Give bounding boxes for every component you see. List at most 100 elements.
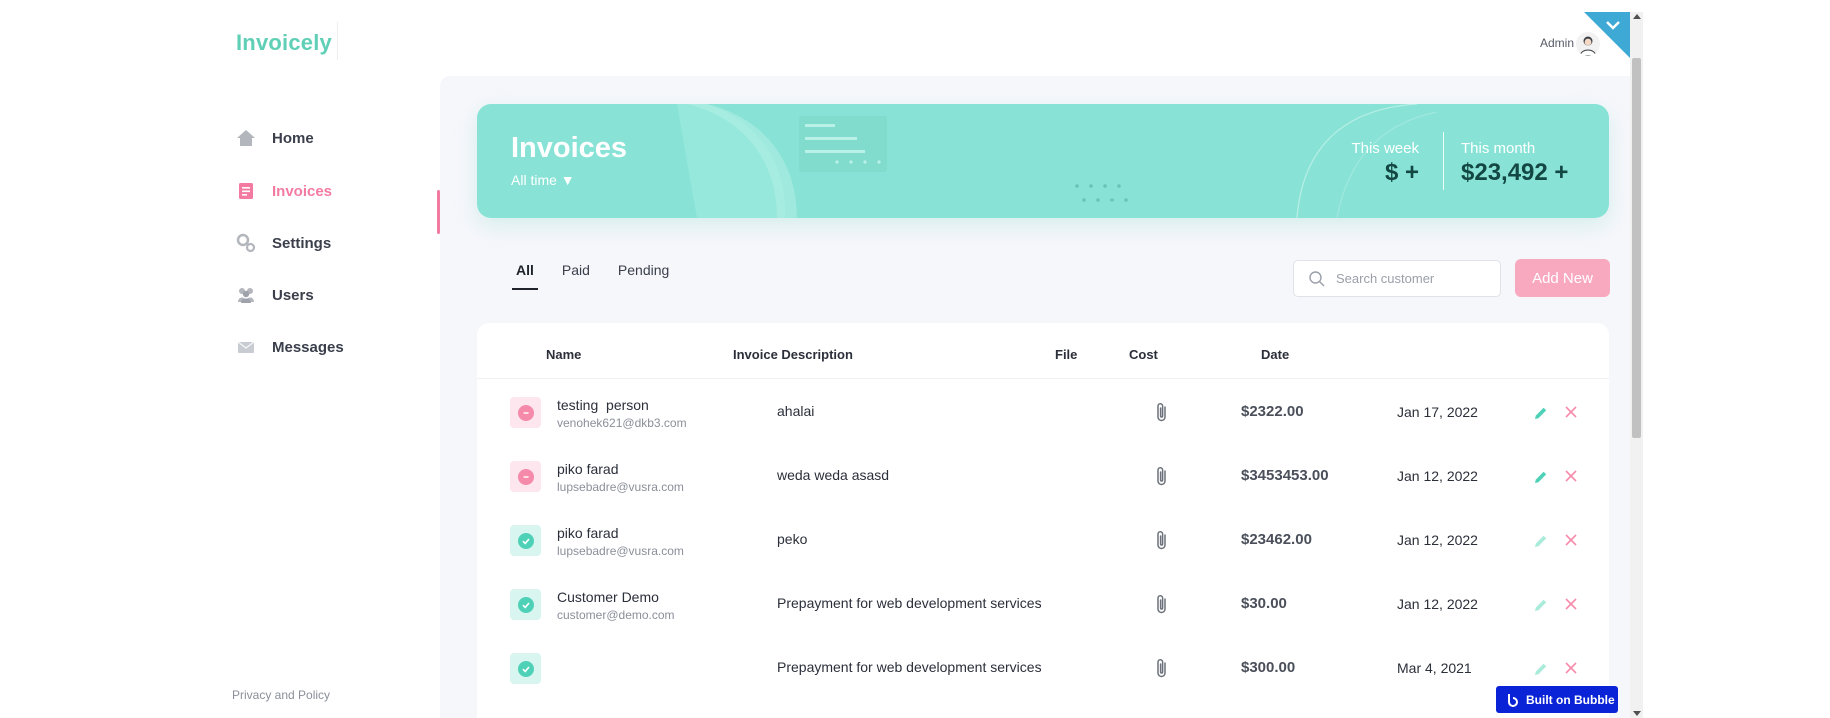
invoice-date: Mar 4, 2021 [1397,660,1472,676]
column-header-date[interactable]: Date [1261,347,1289,362]
status-checkbox[interactable] [510,525,541,556]
invoice-cost: $300.00 [1241,659,1296,676]
pencil-icon[interactable] [1533,533,1549,549]
scroll-up-icon[interactable] [1633,14,1641,19]
customer-email: venohek621@dkb3.com [557,416,687,430]
scrollbar-thumb[interactable] [1632,58,1641,438]
users-icon [236,285,256,305]
column-header-file[interactable]: File [1055,347,1077,362]
paperclip-icon[interactable] [1153,465,1171,487]
close-icon[interactable] [1564,661,1578,675]
app-window: Invoicely Admin Home Invoices Settings U… [196,12,1652,718]
table-row[interactable]: piko farad lupsebadre@vusra.com peko $23462… [477,507,1609,571]
close-icon[interactable] [1564,469,1578,483]
pending-icon [517,404,534,421]
sidebar: Home Invoices Settings Users Messages Pr… [196,76,440,718]
customer-email: customer@demo.com [557,608,675,622]
sidebar-item-invoices[interactable]: Invoices [236,176,332,206]
period-dropdown[interactable]: All time ▼ [511,172,575,188]
invoice-description: weda weda asasd [777,467,890,483]
table-row[interactable]: piko farad lupsebadre@vusra.com weda weda … [477,443,1609,507]
mail-icon [236,337,256,357]
privacy-link[interactable]: Privacy and Policy [232,688,330,702]
sidebar-item-label: Invoices [272,182,333,200]
pencil-icon[interactable] [1533,661,1549,677]
sidebar-item-users[interactable]: Users [236,280,314,310]
invoice-description: ahalai [777,403,815,419]
pencil-icon[interactable] [1533,405,1549,421]
customer-name: testing person [557,397,649,413]
paperclip-icon[interactable] [1153,529,1171,551]
column-header-description[interactable]: Invoice Description [733,347,853,362]
invoice-cost: $23462.00 [1241,531,1312,548]
stat-label: This week [1351,140,1419,157]
search-box [1293,260,1501,297]
paperclip-icon[interactable] [1153,593,1171,615]
sidebar-item-label: Messages [272,338,344,356]
invoice-date: Jan 12, 2022 [1397,468,1478,484]
table-row[interactable]: Customer Demo customer@demo.com Prepayment… [477,571,1609,635]
invoice-date: Jan 12, 2022 [1397,532,1478,548]
customer-email: lupsebadre@vusra.com [557,480,684,494]
invoice-cost: $3453453.00 [1241,467,1329,484]
stat-this-week: This week $ + [1351,140,1419,187]
status-checkbox[interactable] [510,397,541,428]
tab-paid[interactable]: Paid [558,262,594,290]
customer-name: piko farad [557,525,619,541]
stat-this-month: This month $23,492 + [1461,140,1581,187]
table-row[interactable]: Prepayment for web development services $… [477,635,1609,699]
check-icon [517,532,534,549]
tab-pending[interactable]: Pending [614,262,673,290]
sidebar-item-home[interactable]: Home [236,123,314,153]
check-icon [517,660,534,677]
dropdown-corner-toggle[interactable] [1584,12,1630,58]
stat-value: $23,492 + [1461,159,1569,186]
close-icon[interactable] [1564,405,1578,419]
paperclip-icon[interactable] [1153,657,1171,679]
status-checkbox[interactable] [510,653,541,684]
status-tabs: All Paid Pending [512,262,673,290]
pencil-icon[interactable] [1533,469,1549,485]
invoice-description: Prepayment for web development services [777,659,1042,675]
user-label[interactable]: Admin [1540,36,1574,50]
invoice-icon [236,181,256,201]
invoices-banner: Invoices All time ▼ This week $ + This m… [477,104,1609,218]
search-icon [1309,270,1325,286]
customer-name: piko farad [557,461,619,477]
invoice-cost: $2322.00 [1241,403,1304,420]
pending-icon [517,468,534,485]
column-header-cost[interactable]: Cost [1129,347,1158,362]
invoice-date: Jan 17, 2022 [1397,404,1478,420]
banner-decoration [677,104,1438,218]
search-input[interactable] [1336,271,1486,286]
main-content: Invoices All time ▼ This week $ + This m… [440,76,1630,718]
scroll-down-icon[interactable] [1633,711,1641,716]
paperclip-icon[interactable] [1153,401,1171,423]
gear-icon [236,233,256,253]
column-header-name[interactable]: Name [546,347,581,362]
app-logo[interactable]: Invoicely [236,30,332,56]
stat-label: This month [1461,140,1536,157]
status-checkbox[interactable] [510,461,541,492]
table-row[interactable]: testing person venohek621@dkb3.com ahalai $… [477,379,1609,443]
tab-all[interactable]: All [512,262,538,290]
invoice-description: peko [777,531,808,547]
customer-name: Customer Demo [557,589,659,605]
built-on-bubble-badge[interactable]: Built on Bubble [1496,686,1618,713]
check-icon [517,596,534,613]
badge-label: Built on Bubble [1526,692,1615,707]
page-scrollbar[interactable] [1630,12,1643,718]
top-bar: Invoicely Admin [196,12,1630,76]
invoice-table: Name Invoice Description File Cost Date … [477,323,1609,718]
status-checkbox[interactable] [510,589,541,620]
stat-divider [1443,132,1444,190]
sidebar-item-messages[interactable]: Messages [236,332,344,362]
invoice-description: Prepayment for web development services [777,595,1042,611]
sidebar-item-settings[interactable]: Settings [236,228,331,258]
logo-divider [337,22,338,60]
close-icon[interactable] [1564,597,1578,611]
invoice-date: Jan 12, 2022 [1397,596,1478,612]
pencil-icon[interactable] [1533,597,1549,613]
add-new-button[interactable]: Add New [1515,259,1610,297]
close-icon[interactable] [1564,533,1578,547]
